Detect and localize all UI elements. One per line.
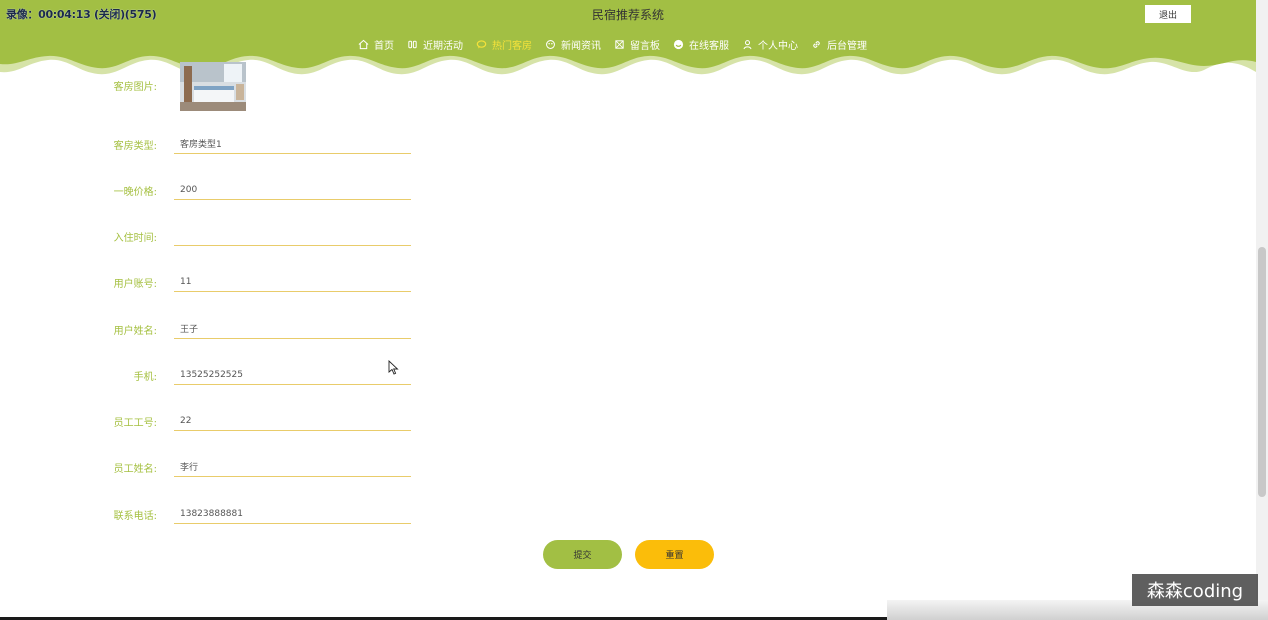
nav-item-label: 个人中心 (758, 40, 798, 52)
nightly-price-input[interactable] (174, 180, 411, 200)
home-icon (358, 39, 369, 49)
message-board-icon (615, 39, 624, 49)
room-type-label: 客房类型: (113, 141, 157, 152)
user-account-label: 用户账号: (113, 279, 157, 290)
nav-item-user-center[interactable]: 个人中心 (742, 37, 798, 52)
form-row-nightly-price: 一晚价格: (0, 180, 640, 213)
nav-item-admin[interactable]: 后台管理 (811, 37, 867, 52)
nav-item-label: 近期活动 (423, 40, 463, 52)
nav-item-label: 热门客房 (492, 40, 532, 52)
submit-button[interactable]: 提交 (543, 540, 622, 569)
room-photo-image (180, 62, 246, 111)
form-row-user-account: 用户账号: (0, 272, 640, 305)
nav-item-hot-rooms[interactable]: 热门客房 (476, 37, 532, 52)
nav-item-home[interactable]: 首页 (358, 37, 394, 52)
nav-item-news[interactable]: 新闻资讯 (545, 37, 601, 52)
phone-input[interactable] (174, 365, 411, 385)
activity-icon (408, 40, 417, 48)
contact-phone-label: 联系电话: (113, 511, 157, 522)
watermark: 森森coding (1132, 574, 1258, 606)
room-image-label: 客房图片: (113, 82, 157, 93)
logout-button[interactable]: 退出 (1145, 5, 1191, 23)
form-row-room-type: 客房类型: (0, 134, 640, 167)
staff-name-label: 员工姓名: (113, 464, 157, 475)
main-nav: 首页 近期活动 热门客房 新闻资讯 留言板 在线客服 个人中心 后台管理 (358, 36, 880, 52)
nav-item-label: 后台管理 (827, 40, 867, 52)
form-row-contact-phone: 联系电话: (0, 504, 640, 537)
user-icon (743, 39, 752, 49)
form-row-staff-id: 员工工号: (0, 411, 640, 444)
news-icon (546, 39, 555, 49)
checkin-time-label: 入住时间: (113, 233, 157, 244)
form-row-staff-name: 员工姓名: (0, 457, 640, 490)
nav-item-label: 留言板 (630, 40, 660, 52)
support-icon (673, 39, 684, 49)
contact-phone-input[interactable] (174, 504, 411, 524)
form-row-checkin-time: 入住时间: (0, 226, 640, 259)
chat-icon (476, 39, 487, 48)
user-name-input[interactable] (174, 319, 411, 339)
nav-item-support[interactable]: 在线客服 (673, 37, 729, 52)
nav-item-label: 在线客服 (689, 40, 729, 52)
form-row-user-name: 用户姓名: (0, 319, 640, 352)
scrollbar-thumb[interactable] (1258, 247, 1266, 497)
staff-name-input[interactable] (174, 457, 411, 477)
nav-item-activity[interactable]: 近期活动 (407, 37, 463, 52)
staff-id-input[interactable] (174, 411, 411, 431)
site-title: 民宿推荐系统 (591, 8, 664, 22)
phone-label: 手机: (133, 372, 157, 383)
form-row-phone: 手机: (0, 365, 640, 398)
user-account-input[interactable] (174, 272, 411, 292)
checkin-time-input[interactable] (174, 226, 411, 246)
room-image-thumbnail[interactable] (180, 62, 246, 111)
mouse-cursor-icon (388, 360, 399, 375)
user-name-label: 用户姓名: (113, 326, 157, 337)
link-icon (813, 40, 820, 48)
reset-button[interactable]: 重置 (635, 540, 714, 569)
nav-item-label: 新闻资讯 (561, 40, 601, 52)
staff-id-label: 员工工号: (113, 418, 157, 429)
nav-item-label: 首页 (374, 40, 394, 52)
nightly-price-label: 一晚价格: (113, 187, 157, 198)
room-type-input[interactable] (174, 134, 411, 154)
nav-item-message-board[interactable]: 留言板 (614, 37, 660, 52)
